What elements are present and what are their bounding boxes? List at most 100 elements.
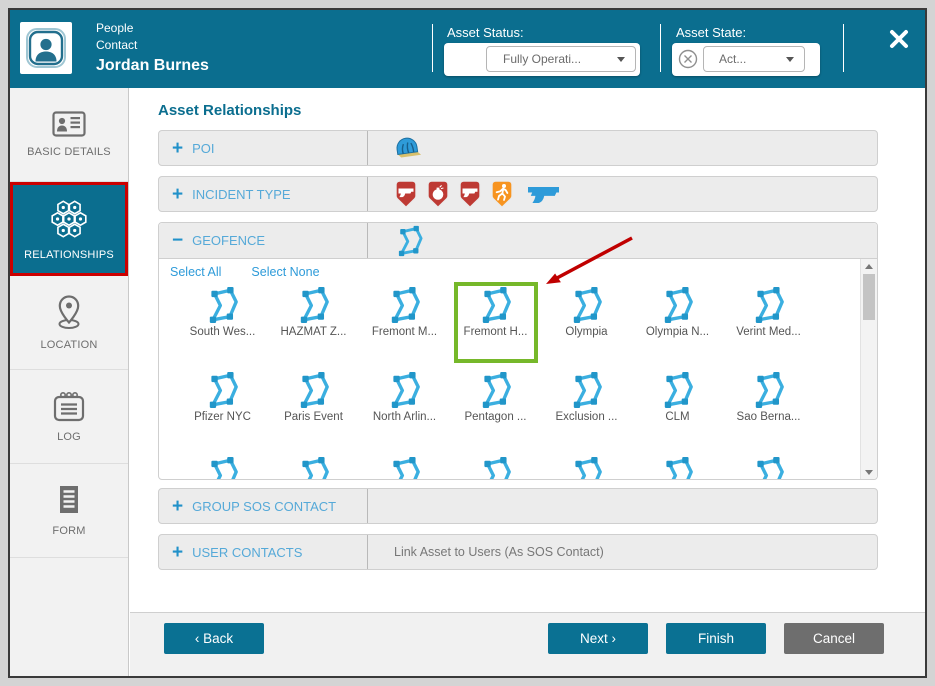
- geofence-icon: [753, 371, 784, 409]
- geofence-item[interactable]: North Arlin...: [359, 371, 450, 423]
- user-contacts-hint: Link Asset to Users (As SOS Contact): [394, 545, 604, 559]
- main-content: Asset Relationships + POI + INCIDENT TYP…: [130, 88, 925, 676]
- geofence-icon: [753, 286, 784, 324]
- geofence-item[interactable]: Verint Med...: [723, 286, 814, 338]
- asset-status-control: Fully Operati...: [444, 43, 640, 76]
- back-button[interactable]: ‹ Back: [164, 623, 264, 654]
- entity-name: Jordan Burnes: [96, 57, 209, 74]
- avatar: [20, 22, 72, 74]
- asset-status-dropdown[interactable]: Fully Operati...: [486, 46, 636, 72]
- geofence-item[interactable]: [359, 456, 450, 479]
- geofence-item[interactable]: CLM: [632, 371, 723, 423]
- sidebar-item-label: LOG: [57, 431, 81, 443]
- geofence-item-highlighted[interactable]: Fremont H...: [450, 286, 541, 338]
- section-label: INCIDENT TYPE: [192, 186, 291, 202]
- sidebar-item-label: BASIC DETAILS: [27, 146, 111, 158]
- geofence-icon: [298, 371, 329, 409]
- geofence-item-label: Paris Event: [284, 411, 343, 423]
- geofence-item-label: North Arlin...: [372, 411, 437, 423]
- section-geofence: − GEOFENCE Select All Select None South …: [158, 222, 878, 480]
- select-all-link[interactable]: Select All: [170, 265, 221, 279]
- expand-icon[interactable]: +: [172, 543, 183, 562]
- section-poi[interactable]: + POI: [158, 130, 878, 166]
- section-group-sos-contact[interactable]: + GROUP SOS CONTACT: [158, 488, 878, 524]
- expand-icon[interactable]: +: [172, 185, 183, 204]
- geofence-item-label: Olympia N...: [645, 326, 710, 338]
- geofence-icon: [571, 286, 602, 324]
- page-title: Asset Relationships: [158, 102, 302, 119]
- asset-edit-dialog: People Contact Jordan Burnes Asset Statu…: [8, 8, 927, 678]
- geofence-item[interactable]: Pentagon ...: [450, 371, 541, 423]
- entity-subcategory: Contact: [96, 38, 138, 52]
- entity-identity: People Contact Jordan Burnes: [96, 20, 209, 77]
- geofence-item[interactable]: [268, 456, 359, 479]
- incident-gun-badge-icon: [395, 180, 417, 208]
- sidebar-item-log[interactable]: LOG: [10, 370, 128, 464]
- geofence-item[interactable]: [723, 456, 814, 479]
- section-divider: [367, 489, 368, 523]
- asset-state-control: Act...: [672, 43, 820, 76]
- expand-icon[interactable]: +: [172, 497, 183, 516]
- scrollbar-thumb[interactable]: [863, 274, 875, 320]
- next-button[interactable]: Next ›: [548, 623, 648, 654]
- geofence-icon: [389, 286, 420, 324]
- close-button[interactable]: [886, 26, 912, 52]
- scroll-up-arrow[interactable]: [861, 259, 877, 273]
- pistol-icon: [528, 187, 559, 203]
- geofence-item[interactable]: HAZMAT Z...: [268, 286, 359, 338]
- scrollbar[interactable]: [860, 259, 877, 479]
- dialog-header: People Contact Jordan Burnes Asset Statu…: [10, 10, 925, 88]
- sidebar-item-label: RELATIONSHIPS: [24, 248, 114, 261]
- geofence-item-label: CLM: [665, 411, 690, 423]
- sidebar-item-label: FORM: [52, 525, 86, 537]
- geofence-item[interactable]: Olympia N...: [632, 286, 723, 338]
- geofence-item-label: Sao Berna...: [736, 411, 801, 423]
- geofence-item-label: Fremont H...: [463, 326, 528, 338]
- finish-button[interactable]: Finish: [666, 623, 766, 654]
- section-incident-type[interactable]: + INCIDENT TYPE: [158, 176, 878, 212]
- geofence-item[interactable]: Sao Berna...: [723, 371, 814, 423]
- geofence-item[interactable]: [632, 456, 723, 479]
- geofence-item[interactable]: [450, 456, 541, 479]
- geofence-item[interactable]: Fremont M...: [359, 286, 450, 338]
- sidebar-item-basic-details[interactable]: BASIC DETAILS: [10, 88, 128, 182]
- geofence-icon: [389, 371, 420, 409]
- close-icon: [890, 30, 908, 48]
- sidebar-item-location[interactable]: LOCATION: [10, 276, 128, 370]
- geofence-row-partial: [177, 456, 814, 479]
- asset-state-dropdown[interactable]: Act...: [703, 46, 805, 72]
- geofence-icon: [662, 371, 693, 409]
- geofence-item[interactable]: Paris Event: [268, 371, 359, 423]
- document-icon: [60, 486, 78, 513]
- section-geofence-header[interactable]: − GEOFENCE: [159, 223, 877, 259]
- collapse-icon[interactable]: −: [172, 231, 183, 250]
- chevron-down-icon: [786, 57, 794, 62]
- expand-icon[interactable]: +: [172, 139, 183, 158]
- footer: ‹ Back Next › Finish Cancel: [130, 612, 925, 676]
- geofence-item[interactable]: South Wes...: [177, 286, 268, 338]
- sidebar-item-form[interactable]: FORM: [10, 464, 128, 558]
- clear-circle-x-icon[interactable]: [677, 48, 699, 70]
- geofence-icon: [207, 371, 238, 409]
- asset-status-value: Fully Operati...: [503, 52, 582, 66]
- id-card-icon: [52, 111, 86, 137]
- geofence-item-label: South Wes...: [189, 326, 256, 338]
- geofence-item[interactable]: Pfizer NYC: [177, 371, 268, 423]
- geofence-item-label: Olympia: [565, 326, 608, 338]
- geofence-item[interactable]: Exclusion ...: [541, 371, 632, 423]
- geofence-icon: [480, 286, 511, 324]
- geofence-item[interactable]: Olympia: [541, 286, 632, 338]
- geofence-item[interactable]: [177, 456, 268, 479]
- geofence-icon: [753, 456, 784, 479]
- scroll-down-arrow[interactable]: [861, 465, 877, 479]
- incident-runner-badge-icon: [491, 180, 513, 208]
- geofence-icon: [397, 224, 423, 257]
- select-none-link[interactable]: Select None: [251, 265, 319, 279]
- geofence-icon: [298, 286, 329, 324]
- section-user-contacts[interactable]: + USER CONTACTS Link Asset to Users (As …: [158, 534, 878, 570]
- cancel-button[interactable]: Cancel: [784, 623, 884, 654]
- geofence-icon: [571, 456, 602, 479]
- geofence-item[interactable]: [541, 456, 632, 479]
- section-label: GEOFENCE: [192, 233, 266, 248]
- sidebar-item-relationships[interactable]: RELATIONSHIPS: [10, 182, 128, 276]
